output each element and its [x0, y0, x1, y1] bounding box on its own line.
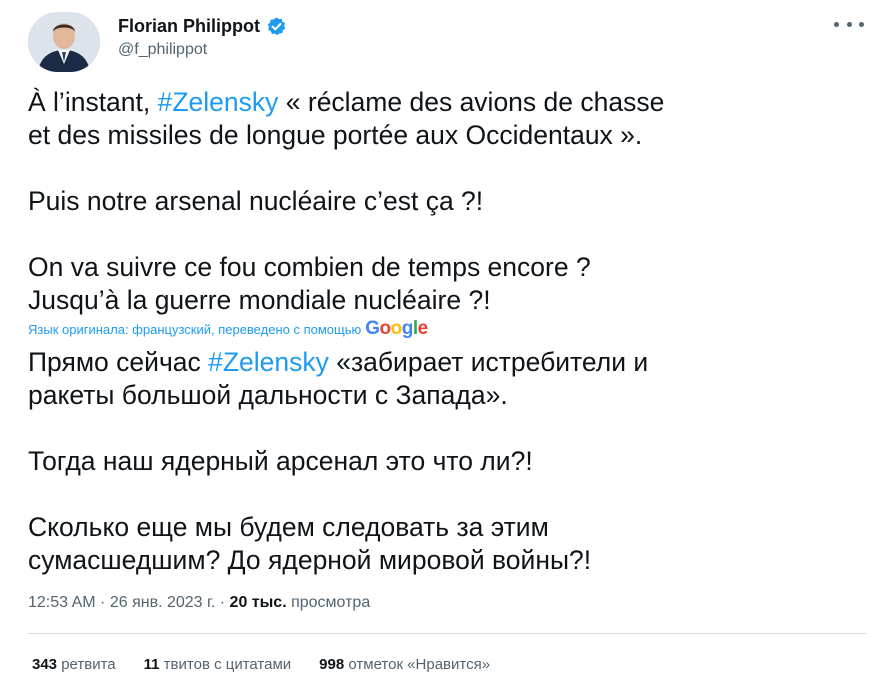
translated-line-5: сумасшедшим? До ядерной мировой войны?! — [28, 545, 592, 575]
more-options-icon[interactable] — [834, 12, 864, 36]
hashtag-link[interactable]: #Zelensky — [208, 347, 329, 377]
translation-note-text: Язык оригинала: французский, переведено … — [28, 321, 362, 337]
tweet-date[interactable]: 26 янв. 2023 г. — [110, 594, 216, 611]
quotes-stat[interactable]: 11 твитов с цитатами — [144, 656, 292, 673]
translation-note[interactable]: Язык оригинала: французский, переведено … — [28, 318, 428, 340]
tweet-header: Florian Philippot @f_philippot — [28, 12, 866, 72]
likes-count: 998 — [319, 656, 345, 673]
views-count: 20 тыс. — [229, 594, 287, 611]
hashtag-link[interactable]: #Zelensky — [158, 87, 279, 117]
quotes-count: 11 — [143, 656, 160, 673]
more-dot — [834, 21, 839, 27]
translated-line-3: Тогда наш ядерный арсенал это что ли?! — [28, 446, 533, 476]
original-line-5: Jusqu’à la guerre mondiale nucléaire ?! — [28, 285, 491, 315]
display-name-row: Florian Philippot — [118, 16, 287, 37]
retweets-stat[interactable]: 343 ретвита — [32, 656, 116, 673]
retweets-count: 343 — [32, 656, 58, 673]
translated-line-1-pre: Прямо сейчас — [28, 347, 209, 377]
retweets-label: ретвита — [57, 656, 116, 673]
google-logo: Google — [365, 318, 428, 339]
tweet-meta: 12:53 AM · 26 янв. 2023 г. · 20 тыс. про… — [28, 594, 370, 612]
tweet-time[interactable]: 12:53 AM — [28, 594, 96, 611]
tweet-translated-text: Прямо сейчас #Zelensky «забирает истреби… — [28, 346, 866, 577]
verified-badge-icon — [266, 16, 287, 37]
tweet-original-text: À l’instant, #Zelensky « réclame des avi… — [28, 86, 866, 317]
tweet-card: Florian Philippot @f_philippot À l’insta… — [0, 0, 886, 689]
translated-line-1-post: «забирает истребители и — [328, 347, 649, 377]
meta-separator: · — [215, 594, 230, 611]
translated-line-4: Сколько еще мы будем следовать за этим — [28, 512, 549, 542]
more-dot — [846, 21, 852, 27]
author-handle[interactable]: @f_philippot — [118, 41, 287, 59]
translated-line-2: ракеты большой дальности с Запада». — [28, 380, 508, 410]
meta-separator: · — [95, 594, 110, 611]
author-names: Florian Philippot @f_philippot — [118, 16, 287, 59]
avatar[interactable] — [28, 12, 100, 72]
likes-label: отметок «Нравится» — [344, 656, 491, 673]
display-name[interactable]: Florian Philippot — [118, 16, 260, 37]
original-line-2: et des missiles de longue portée aux Occ… — [28, 120, 643, 150]
original-line-4: On va suivre ce fou combien de temps enc… — [28, 252, 591, 282]
original-line-1: À l’instant, #Zelensky « réclame des avi… — [28, 86, 866, 119]
engagement-stats: 343 ретвита 11 твитов с цитатами 998 отм… — [32, 656, 490, 673]
likes-stat[interactable]: 998 отметок «Нравится» — [319, 656, 490, 673]
original-line-3: Puis notre arsenal nucléaire c’est ça ?! — [28, 186, 484, 216]
views-label: просмотра — [286, 594, 371, 611]
quotes-label: твитов с цитатами — [159, 656, 292, 673]
more-dot — [859, 21, 864, 27]
original-line-1-post: « réclame des avions de chasse — [278, 87, 665, 117]
divider — [28, 633, 866, 634]
original-line-1-pre: À l’instant, — [28, 87, 158, 117]
translated-line-1: Прямо сейчас #Zelensky «забирает истреби… — [28, 346, 866, 379]
